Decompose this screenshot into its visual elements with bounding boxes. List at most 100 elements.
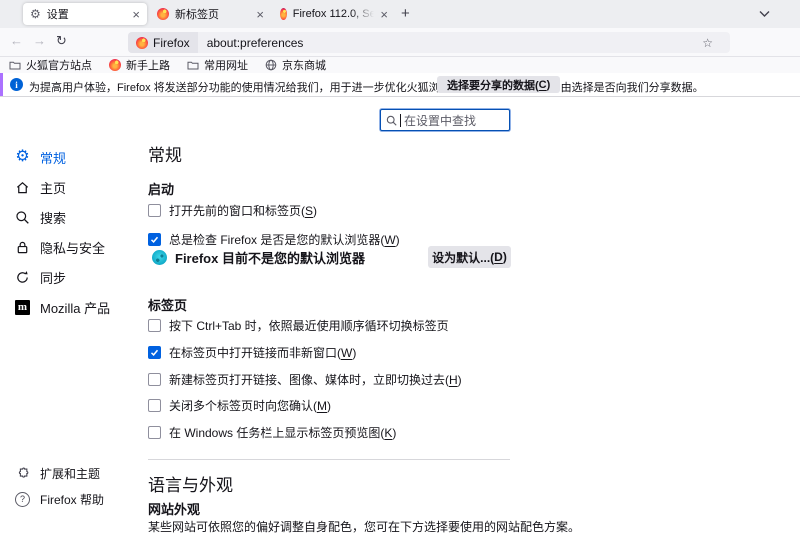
sidebar-item-extensions-themes[interactable]: 扩展和主题	[14, 460, 139, 486]
notification-bar: i 为提高用户体验，Firefox 将发送部分功能的使用情况给我们，用于进一步优…	[0, 73, 800, 97]
sidebar-item-label: 同步	[40, 268, 66, 287]
tab-title: 设置	[47, 6, 69, 22]
forward-icon[interactable]: →	[33, 34, 46, 47]
bookmark-label: 火狐官方站点	[26, 57, 92, 73]
sidebar-item-label: 隐私与安全	[40, 238, 105, 257]
checkbox-label[interactable]: 在 Windows 任务栏上显示标签页预览图(K)	[169, 424, 396, 441]
close-icon[interactable]: ×	[380, 8, 388, 21]
sidebar-item-firefox-help[interactable]: ? Firefox 帮助	[14, 486, 139, 512]
check-icon	[150, 348, 159, 357]
choose-data-button[interactable]: 选择要分享的数据(C)	[437, 76, 560, 93]
sidebar-item-label: 搜索	[40, 208, 66, 227]
check-icon	[150, 235, 159, 244]
sidebar-item-label: Mozilla 产品	[40, 298, 110, 317]
tab-new-tab[interactable]: 新标签页 ×	[150, 3, 271, 25]
gear-icon: ⚙	[30, 8, 41, 20]
checkbox-label[interactable]: 总是检查 Firefox 是否是您的默认浏览器(W)	[169, 231, 400, 248]
website-appearance-description: 某些网站可依照您的偏好调整自身配色，您可在下方选择要使用的网站配色方案。	[148, 518, 580, 533]
navigation-toolbar: ← → ↻ Firefox about:preferences ☆	[0, 28, 800, 57]
tab-bar: ⚙ 设置 × 新标签页 × Firefox 112.0, See All New…	[0, 0, 800, 28]
checkbox-row: 关闭多个标签页时向您确认(M)	[148, 397, 331, 414]
tab-settings[interactable]: ⚙ 设置 ×	[23, 3, 147, 25]
text-caret	[400, 114, 401, 127]
tab-title: 新标签页	[175, 6, 219, 22]
sidebar-item-search[interactable]: 搜索	[14, 202, 139, 232]
firefox-icon	[280, 8, 287, 20]
address-bar[interactable]: Firefox about:preferences ☆	[128, 32, 730, 53]
sidebar-item-sync[interactable]: 同步	[14, 262, 139, 292]
checkbox-checked[interactable]	[148, 233, 161, 246]
firefox-alt-icon	[152, 250, 167, 265]
checkbox-checked[interactable]	[148, 346, 161, 359]
page-title: 常规	[148, 141, 182, 166]
checkbox-unchecked[interactable]	[148, 319, 161, 332]
checkbox-row: 新建标签页打开链接、图像、媒体时，立即切换过去(H)	[148, 371, 462, 388]
globe-icon	[265, 59, 277, 71]
checkbox-label[interactable]: 关闭多个标签页时向您确认(M)	[169, 397, 331, 414]
settings-search-input[interactable]: 在设置中查找	[380, 109, 510, 131]
make-default-button[interactable]: 设为默认...(D)	[428, 246, 511, 268]
gear-icon: ⚙	[14, 149, 31, 165]
bookmark-label: 新手上路	[126, 57, 170, 73]
search-icon	[386, 115, 397, 126]
help-icon: ?	[14, 492, 31, 507]
checkbox-unchecked[interactable]	[148, 399, 161, 412]
sidebar-item-label: 常规	[40, 148, 66, 167]
puzzle-icon	[14, 466, 31, 480]
sidebar-item-home[interactable]: 主页	[14, 172, 139, 202]
section-header-tabs: 标签页	[148, 295, 187, 314]
checkbox-label[interactable]: 在标签页中打开链接而非新窗口(W)	[169, 344, 356, 361]
sync-icon	[14, 270, 31, 285]
sidebar-item-label: 扩展和主题	[40, 465, 100, 482]
url-text[interactable]: about:preferences	[207, 36, 304, 50]
home-icon	[14, 180, 31, 195]
section-divider	[148, 459, 510, 460]
checkbox-label[interactable]: 按下 Ctrl+Tab 时，依照最近使用顺序循环切换标签页	[169, 317, 449, 334]
info-icon: i	[10, 78, 23, 91]
firefox-icon	[157, 8, 169, 20]
identity-chip[interactable]: Firefox	[128, 32, 198, 53]
subsection-header-website-appearance: 网站外观	[148, 499, 200, 518]
bookmark-label: 京东商城	[282, 57, 326, 73]
firefox-window: ⚙ 设置 × 新标签页 × Firefox 112.0, See All New…	[0, 0, 800, 533]
checkbox-row: 在标签页中打开链接而非新窗口(W)	[148, 344, 356, 361]
section-title-language-appearance: 语言与外观	[148, 471, 233, 496]
sidebar-item-privacy-security[interactable]: 隐私与安全	[14, 232, 139, 262]
firefox-icon	[109, 59, 121, 71]
back-icon[interactable]: ←	[10, 34, 23, 47]
new-tab-button[interactable]: +	[401, 5, 410, 22]
checkbox-unchecked[interactable]	[148, 204, 161, 217]
sidebar-item-label: Firefox 帮助	[40, 491, 104, 508]
close-icon[interactable]: ×	[132, 8, 140, 21]
chevron-down-icon[interactable]	[759, 10, 770, 18]
bookmark-item[interactable]: 火狐官方站点	[9, 57, 92, 73]
checkbox-label[interactable]: 打开先前的窗口和标签页(S)	[169, 202, 317, 219]
sidebar-item-label: 主页	[40, 178, 66, 197]
sidebar-item-general[interactable]: ⚙ 常规	[14, 142, 139, 172]
checkbox-unchecked[interactable]	[148, 373, 161, 386]
section-header-startup: 启动	[148, 179, 174, 198]
checkbox-unchecked[interactable]	[148, 426, 161, 439]
bookmark-item[interactable]: 新手上路	[109, 57, 170, 73]
default-browser-status: Firefox 目前不是您的默认浏览器	[152, 248, 365, 267]
folder-icon	[187, 60, 199, 70]
firefox-icon	[136, 37, 148, 49]
bookmark-star-icon[interactable]: ☆	[702, 36, 713, 50]
checkbox-row: 在 Windows 任务栏上显示标签页预览图(K)	[148, 424, 396, 441]
close-icon[interactable]: ×	[256, 8, 264, 21]
bookmark-item[interactable]: 常用网址	[187, 57, 248, 73]
checkbox-row: 总是检查 Firefox 是否是您的默认浏览器(W)	[148, 231, 400, 248]
reload-icon[interactable]: ↻	[56, 34, 67, 47]
search-placeholder: 在设置中查找	[404, 112, 476, 129]
notification-text: 为提高用户体验，Firefox 将发送部分功能的使用情况给我们，用于进一步优化火…	[29, 79, 704, 95]
default-browser-text: Firefox 目前不是您的默认浏览器	[175, 248, 365, 267]
lock-icon	[14, 240, 31, 255]
bookmark-item[interactable]: 京东商城	[265, 57, 326, 73]
tab-firefox-release-notes[interactable]: Firefox 112.0, See All New Fe ×	[273, 3, 395, 25]
checkbox-row: 打开先前的窗口和标签页(S)	[148, 202, 317, 219]
bookmark-label: 常用网址	[204, 57, 248, 73]
sidebar-item-mozilla-products[interactable]: m Mozilla 产品	[14, 292, 139, 322]
identity-label: Firefox	[153, 36, 190, 50]
checkbox-label[interactable]: 新建标签页打开链接、图像、媒体时，立即切换过去(H)	[169, 371, 462, 388]
bookmarks-toolbar: 火狐官方站点 新手上路 常用网址 京东商城	[0, 57, 800, 73]
